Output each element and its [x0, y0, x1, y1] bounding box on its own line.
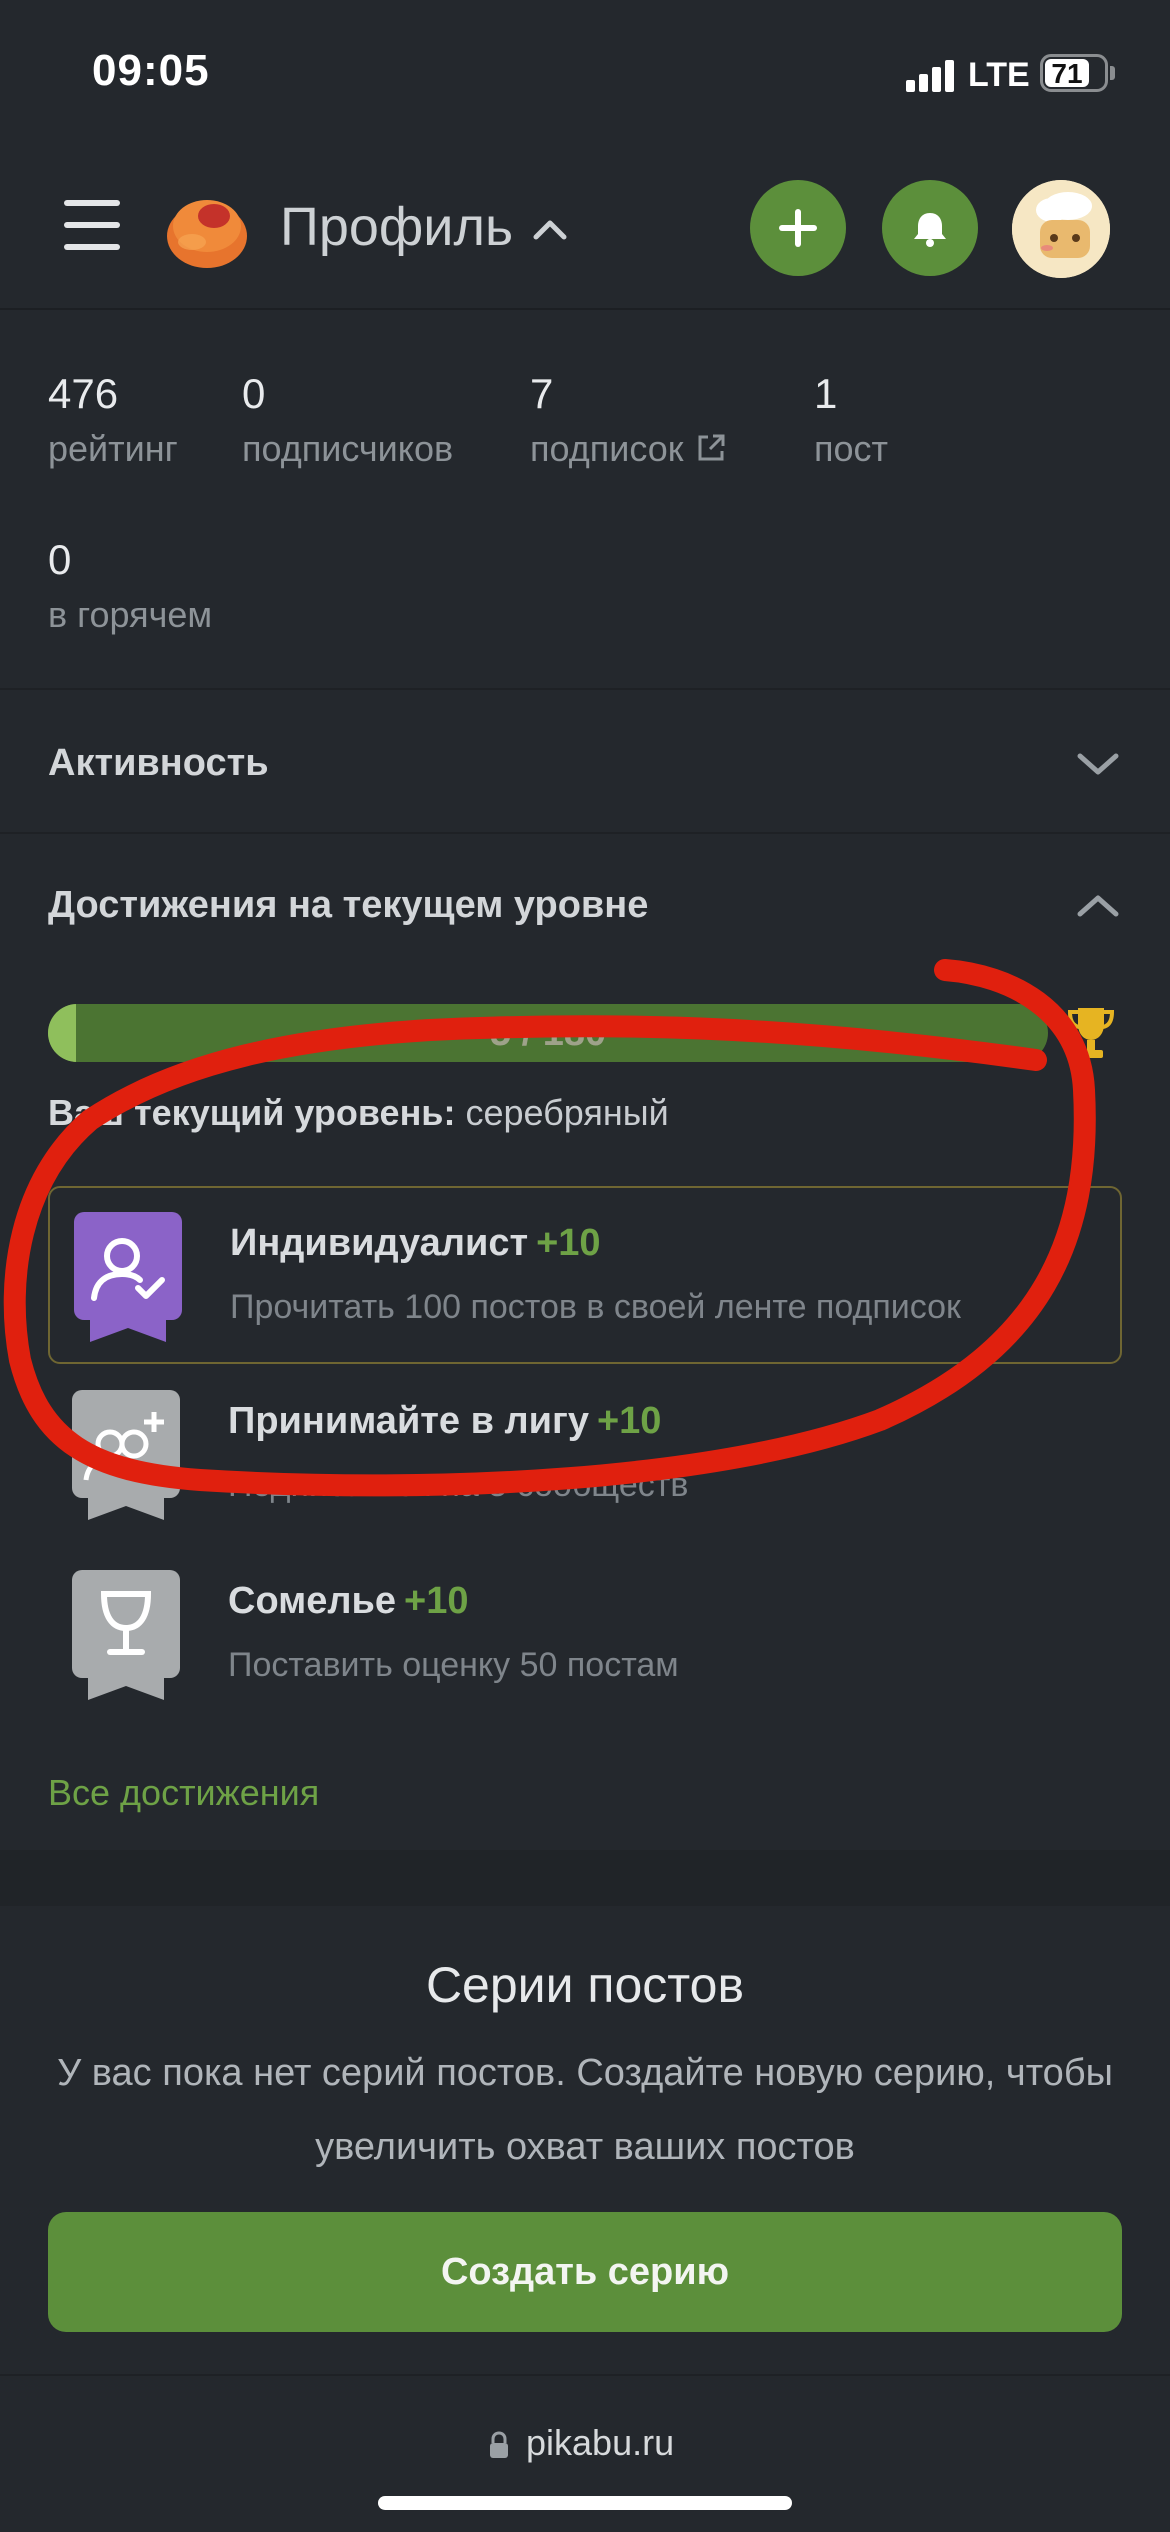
stat-label: подписок — [530, 428, 684, 469]
achievement-title: Принимайте в лигу +10 — [228, 1400, 661, 1443]
stat-value: 7 — [530, 370, 554, 417]
achievement-item[interactable]: Индивидуалист +10 Прочитать 100 постов в … — [48, 1186, 1122, 1364]
browser-url-bar[interactable]: pikabu.ru — [0, 2378, 1170, 2532]
notifications-button[interactable] — [882, 180, 978, 276]
stat-label: подписчиков — [242, 428, 454, 469]
stat-label-row: подписок — [530, 428, 728, 470]
stat-label: пост — [814, 428, 889, 469]
app-header: Профиль — [0, 150, 1170, 310]
trophy-icon — [1066, 1002, 1116, 1064]
status-time: 09:05 — [92, 46, 210, 95]
achievement-item[interactable]: Принимайте в лигу +10 Подписаться на 5 со… — [48, 1366, 1122, 1544]
stat-subscribers[interactable]: 0 подписчиков — [242, 370, 453, 470]
activity-section[interactable]: Активность — [0, 692, 1170, 834]
signal-icon — [906, 58, 956, 92]
chevron-up-icon[interactable] — [530, 210, 570, 250]
page-title[interactable]: Профиль — [280, 196, 513, 258]
home-indicator[interactable] — [378, 2496, 792, 2510]
achievement-item[interactable]: Сомелье +10 Поставить оценку 50 постам — [48, 1546, 1122, 1724]
pikabu-logo[interactable] — [164, 186, 250, 272]
achievement-points: +10 — [536, 1222, 601, 1264]
achievement-points: +10 — [404, 1580, 469, 1622]
stat-label: рейтинг — [48, 428, 178, 469]
stat-hot: 0 в горячем — [48, 536, 212, 636]
achievement-description: Подписаться на 5 сообществ — [228, 1466, 689, 1504]
progress-text: 5 / 180 — [489, 1012, 607, 1054]
create-series-button[interactable]: Создать серию — [48, 2212, 1122, 2332]
section-title: Активность — [48, 742, 269, 784]
achievement-title: Индивидуалист +10 — [230, 1222, 601, 1265]
achievement-title: Сомелье +10 — [228, 1580, 469, 1623]
achievement-name: Индивидуалист — [230, 1222, 529, 1264]
level-label: Ваш текущий уровень: — [48, 1092, 456, 1133]
section-separator — [0, 1850, 1170, 1906]
url-text[interactable]: pikabu.ru — [526, 2422, 674, 2464]
battery-level: 71 — [1051, 58, 1083, 89]
stat-value: 1 — [814, 370, 838, 417]
achievement-description: Поставить оценку 50 постам — [228, 1646, 679, 1684]
user-check-badge-icon — [74, 1212, 182, 1342]
add-post-button[interactable] — [750, 180, 846, 276]
achievements-section: Достижения на текущем уровне 5 / 180 Ваш… — [0, 832, 1170, 1842]
plus-icon — [779, 209, 817, 247]
level-value: серебряный — [465, 1092, 669, 1133]
stat-rating: 476 рейтинг — [48, 370, 178, 470]
all-achievements-link[interactable]: Все достижения — [48, 1772, 319, 1814]
avatar[interactable] — [1012, 180, 1110, 278]
wine-glass-badge-icon — [72, 1570, 180, 1700]
achievement-name: Принимайте в лигу — [228, 1400, 589, 1442]
chevron-down-icon[interactable] — [1074, 746, 1122, 782]
stat-value: 476 — [48, 370, 119, 417]
profile-stats: 476 рейтинг 0 подписчиков 7 подписок 1 п… — [0, 320, 1170, 690]
menu-icon[interactable] — [64, 200, 120, 250]
series-title: Серии постов — [425, 1957, 745, 2013]
add-users-badge-icon — [72, 1390, 180, 1520]
status-bar: 09:05 LTE 71 — [0, 0, 1170, 150]
section-title: Достижения на текущем уровне — [48, 884, 649, 926]
battery-icon: 71 — [1040, 54, 1108, 92]
stat-value: 0 — [48, 536, 72, 583]
external-link-icon — [698, 434, 725, 461]
lock-icon — [490, 2431, 508, 2458]
level-progress-bar: 5 / 180 — [48, 1004, 1048, 1062]
battery-nub — [1110, 66, 1115, 80]
post-series-section: Серии постов У вас пока нет серий постов… — [0, 1906, 1170, 2376]
chevron-up-icon[interactable] — [1074, 888, 1122, 924]
achievement-name: Сомелье — [228, 1580, 397, 1622]
network-type: LTE — [968, 56, 1030, 94]
series-description: У вас пока нет серий постов. Создайте но… — [57, 2052, 1113, 2168]
stat-subscriptions[interactable]: 7 подписок — [530, 370, 728, 470]
stat-label: в горячем — [48, 594, 213, 635]
stat-posts[interactable]: 1 пост — [814, 370, 888, 470]
bell-icon — [914, 213, 946, 247]
achievement-description: Прочитать 100 постов в своей ленте подпи… — [230, 1288, 961, 1326]
current-level: Ваш текущий уровень: серебряный — [48, 1092, 669, 1134]
achievement-points: +10 — [596, 1400, 662, 1442]
stat-value: 0 — [242, 370, 266, 417]
